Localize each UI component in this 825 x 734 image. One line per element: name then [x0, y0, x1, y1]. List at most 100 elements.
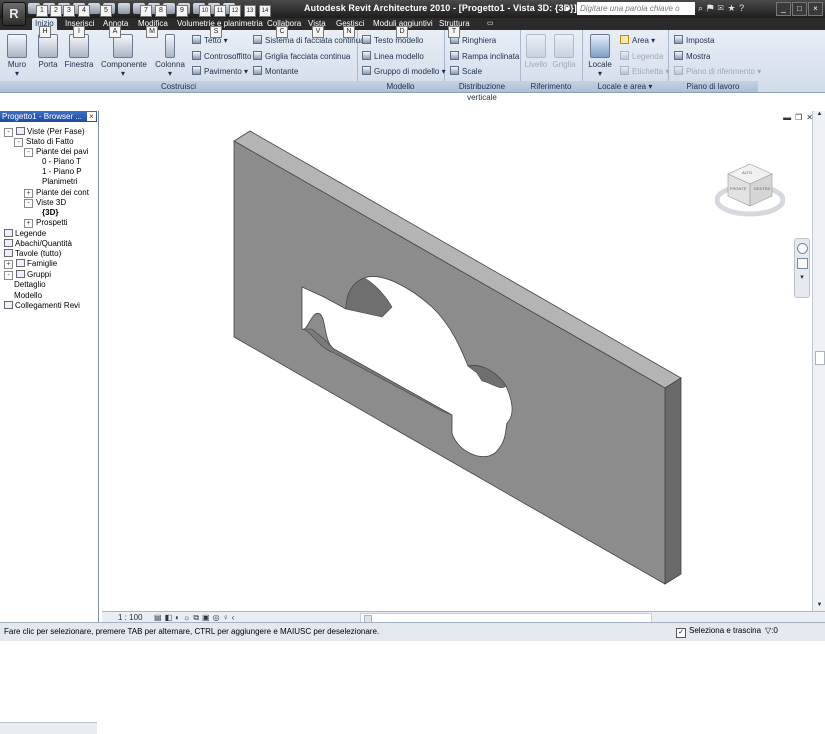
- filter-selection[interactable]: ▽:0: [765, 626, 778, 635]
- griglia-button[interactable]: Griglia: [552, 34, 576, 69]
- tree-item[interactable]: - Piante dei pavi: [24, 147, 88, 157]
- steering-wheel-icon[interactable]: [796, 243, 808, 254]
- expand-icon[interactable]: +: [4, 260, 13, 269]
- collapse-icon[interactable]: -: [4, 271, 13, 280]
- keytip: S: [210, 26, 222, 38]
- search-icon[interactable]: ⌕: [698, 3, 707, 13]
- reveal-hidden-icon[interactable]: ♀: [223, 613, 232, 622]
- tag-icon[interactable]: [118, 3, 130, 14]
- tree-item[interactable]: {3D}: [42, 208, 58, 217]
- etichetta-button[interactable]: Etichetta ▾: [620, 66, 669, 76]
- sun-path-icon[interactable]: ☼: [183, 613, 193, 622]
- tree-item[interactable]: Planimetri: [42, 177, 78, 186]
- expand-icon[interactable]: +: [24, 219, 33, 228]
- view-minimize-icon[interactable]: ▬: [783, 113, 795, 122]
- select-drag-toggle[interactable]: ✓ Seleziona e trascina: [676, 626, 761, 638]
- search-arrow-icon[interactable]: ▸: [566, 3, 571, 14]
- griglia-facciata-button[interactable]: Griglia facciata continua: [253, 51, 350, 61]
- scroll-thumb[interactable]: [815, 351, 825, 365]
- view-restore-icon[interactable]: ❐: [795, 113, 806, 122]
- crop-view-icon[interactable]: ⧉: [193, 613, 202, 622]
- tree-item[interactable]: Tavole (tutto): [4, 249, 61, 258]
- viewcube-top[interactable]: ALTO: [742, 170, 752, 175]
- viewport-vertical-scrollbar[interactable]: ▲ ▼: [812, 111, 825, 611]
- tree-item[interactable]: - Viste (Per Fase): [4, 127, 85, 137]
- tree-item[interactable]: + Piante dei cont: [24, 188, 89, 198]
- room-icon: [590, 34, 610, 58]
- mostra-button[interactable]: Mostra: [674, 51, 710, 61]
- minimize-button[interactable]: _: [776, 2, 791, 16]
- view-control-menu-icon[interactable]: ‹: [232, 613, 238, 622]
- nav-dropdown-icon[interactable]: ▾: [798, 273, 807, 282]
- expand-icon[interactable]: +: [24, 189, 33, 198]
- muro-button[interactable]: Muro ▾: [6, 34, 28, 78]
- controsoffitto-button[interactable]: Controsoffitto: [192, 51, 251, 61]
- tree-item[interactable]: - Stato di Fatto: [14, 137, 74, 147]
- communication-icon[interactable]: ✉: [718, 3, 728, 13]
- tree-item[interactable]: Legende: [4, 229, 46, 238]
- scale-button[interactable]: Scale: [450, 66, 482, 76]
- tree-item[interactable]: Collegamenti Revi: [4, 301, 80, 310]
- pavimento-button[interactable]: Pavimento ▾: [192, 66, 248, 76]
- collapse-icon[interactable]: -: [4, 128, 13, 137]
- tree-node-icon: [16, 270, 25, 278]
- tree-item-label: Viste (Per Fase): [27, 127, 85, 136]
- tree-item[interactable]: - Viste 3D: [24, 198, 66, 208]
- tree-item[interactable]: Abachi/Quantità: [4, 239, 72, 248]
- viewcube-front[interactable]: FRONTE: [730, 186, 746, 191]
- mullion-icon: [253, 66, 262, 75]
- scroll-up-icon[interactable]: ▲: [814, 111, 825, 120]
- visual-style-icon[interactable]: ◧: [165, 613, 176, 622]
- area-button[interactable]: Area ▾: [620, 35, 655, 45]
- componente-button[interactable]: Componente ▾: [101, 34, 147, 78]
- close-button[interactable]: ×: [808, 2, 823, 16]
- browser-scrollbar[interactable]: [0, 722, 97, 734]
- tree-item[interactable]: 1 - Piano P: [42, 167, 82, 176]
- application-menu-button[interactable]: R: [2, 2, 26, 26]
- imposta-button[interactable]: Imposta: [674, 35, 714, 45]
- panel-title-locale-area[interactable]: Locale e area ▾: [582, 81, 668, 92]
- locale-button[interactable]: Locale ▾: [586, 34, 614, 78]
- gruppo-modello-button[interactable]: Gruppo di modello ▾: [362, 66, 446, 76]
- tree-item[interactable]: Modello: [14, 291, 42, 300]
- legenda-button[interactable]: Legenda: [620, 51, 663, 61]
- keytip: C: [276, 26, 288, 38]
- keytip: 7: [140, 5, 152, 17]
- favorites-icon[interactable]: ★: [728, 3, 739, 13]
- viewcube-right[interactable]: DESTRA: [754, 186, 770, 191]
- tree-item[interactable]: Dettaglio: [14, 280, 46, 289]
- scroll-down-icon[interactable]: ▼: [814, 602, 825, 611]
- colonna-button[interactable]: Colonna ▾: [155, 34, 185, 78]
- testo-modello-button[interactable]: Testo modello: [362, 35, 423, 45]
- 3d-viewport[interactable]: ALTO FRONTE DESTRA ▾: [102, 111, 812, 611]
- rampa-button[interactable]: Rampa inclinata: [450, 51, 519, 61]
- tree-item[interactable]: - Gruppi: [4, 270, 51, 280]
- view-scale[interactable]: 1 : 100: [118, 613, 142, 622]
- finestra-button[interactable]: Finestra: [64, 34, 94, 69]
- piano-riferimento-button[interactable]: Piano di riferimento ▾: [674, 66, 761, 76]
- maximize-button[interactable]: □: [792, 2, 807, 16]
- curtain-grid-icon: [253, 51, 262, 60]
- viewcube[interactable]: ALTO FRONTE DESTRA: [714, 158, 786, 220]
- shadows-icon[interactable]: ◐: [175, 613, 183, 622]
- search-input[interactable]: Digitare una parola chiave o una frase: [577, 2, 695, 26]
- collapse-icon[interactable]: -: [24, 199, 33, 208]
- livello-button[interactable]: Livello: [524, 34, 548, 69]
- zoom-icon[interactable]: [796, 258, 808, 269]
- detail-level-icon[interactable]: ▤: [154, 613, 165, 622]
- porta-button[interactable]: Porta: [36, 34, 60, 69]
- collapse-icon[interactable]: -: [14, 138, 23, 147]
- show-crop-icon[interactable]: ▣: [202, 613, 213, 622]
- ribbon-minimize-icon[interactable]: ▭: [487, 18, 494, 30]
- montante-button[interactable]: Montante: [253, 66, 298, 76]
- tree-item[interactable]: + Prospetti: [24, 218, 68, 228]
- tree-item[interactable]: 0 - Piano T: [42, 157, 81, 166]
- temporary-hide-icon[interactable]: ◎: [213, 613, 223, 622]
- help-icon[interactable]: ?: [739, 3, 748, 13]
- tree-item[interactable]: + Famiglie: [4, 259, 57, 269]
- linea-modello-button[interactable]: Linea modello: [362, 51, 424, 61]
- project-browser: Progetto1 - Browser ... × - Viste (Per Fa…: [0, 111, 99, 734]
- close-icon[interactable]: ×: [87, 112, 96, 121]
- subscription-icon[interactable]: ⚑: [707, 3, 718, 13]
- collapse-icon[interactable]: -: [24, 148, 33, 157]
